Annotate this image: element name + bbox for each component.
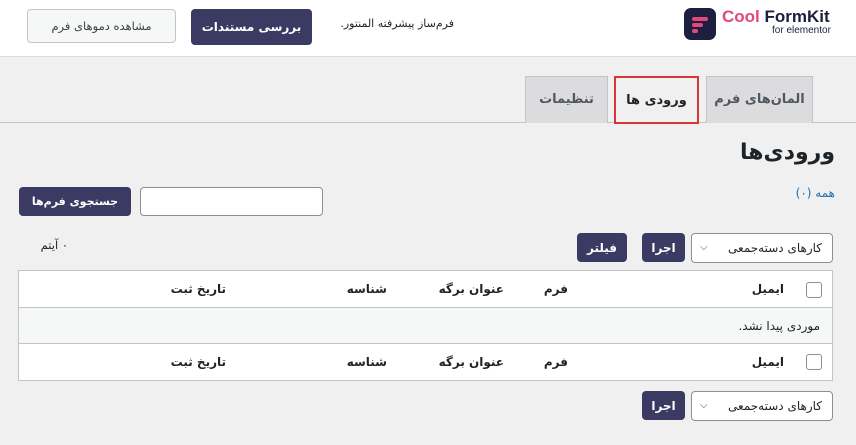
chevron-down-icon: ⌵	[700, 400, 708, 411]
column-form[interactable]: فرم	[518, 271, 568, 308]
column-page-title[interactable]: عنوان برگه	[424, 271, 504, 308]
apply-button-bottom[interactable]: اجرا	[642, 391, 685, 420]
bulk-actions-label: کارهای دسته‌جمعی	[728, 241, 822, 255]
apply-button[interactable]: اجرا	[642, 233, 685, 262]
tab-entries[interactable]: ورودی ها	[614, 76, 699, 124]
column-date[interactable]: تاریخ ثبت	[146, 271, 226, 308]
logo-subtitle: for elementor	[772, 25, 831, 36]
column-id[interactable]: شناسه	[317, 271, 387, 308]
bulk-actions-select-bottom[interactable]: کارهای دسته‌جمعی ⌵	[691, 391, 833, 421]
tab-settings[interactable]: تنظیمات	[525, 76, 608, 123]
top-header: Cool FormKit for elementor فرم‌ساز پیشرف…	[0, 0, 856, 57]
tab-form-elements[interactable]: المان‌های فرم	[706, 76, 813, 123]
search-forms-button[interactable]: جستجوی فرم‌ها	[19, 187, 131, 216]
select-all-checkbox[interactable]	[806, 282, 822, 298]
logo-word-formkit: FormKit	[764, 7, 830, 26]
page-title: ورودی‌ها	[740, 140, 835, 165]
table-header-row: ایمیل فرم عنوان برگه شناسه تاریخ ثبت	[19, 271, 832, 308]
items-count: ۰ آیتم	[40, 238, 68, 252]
cool-formkit-logo-icon	[684, 8, 716, 40]
view-docs-button[interactable]: بررسی مستندات	[191, 9, 312, 45]
bulk-actions-label-bottom: کارهای دسته‌جمعی	[728, 399, 822, 413]
plugin-tagline: فرم‌ساز پیشرفته المنتور.	[340, 17, 454, 30]
view-all-link[interactable]: همه (۰)	[735, 186, 835, 204]
table-footer-row: ایمیل فرم عنوان برگه شناسه تاریخ ثبت	[19, 344, 832, 380]
column-date-footer[interactable]: تاریخ ثبت	[146, 344, 226, 380]
column-email[interactable]: ایمیل	[704, 271, 784, 308]
view-form-demos-button[interactable]: مشاهده دموهای فرم	[27, 9, 176, 43]
entries-table: ایمیل فرم عنوان برگه شناسه تاریخ ثبت مور…	[18, 270, 833, 381]
bulk-actions-select[interactable]: کارهای دسته‌جمعی ⌵	[691, 233, 833, 263]
chevron-down-icon: ⌵	[700, 242, 708, 253]
column-form-footer[interactable]: فرم	[518, 344, 568, 380]
filter-button[interactable]: فیلتر	[577, 233, 627, 262]
column-email-footer[interactable]: ایمیل	[704, 344, 784, 380]
select-all-checkbox-footer[interactable]	[806, 354, 822, 370]
search-forms-input[interactable]	[140, 187, 323, 216]
logo-word-cool: Cool	[722, 7, 760, 26]
column-id-footer[interactable]: شناسه	[317, 344, 387, 380]
column-page-title-footer[interactable]: عنوان برگه	[424, 344, 504, 380]
table-row: موردی پیدا نشد.	[19, 308, 832, 344]
empty-message: موردی پیدا نشد.	[738, 319, 820, 333]
